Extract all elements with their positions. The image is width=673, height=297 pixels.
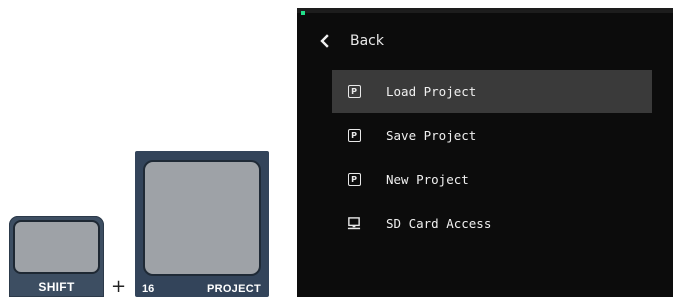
computer-icon: [347, 217, 361, 231]
project-key-pad[interactable]: [143, 160, 261, 276]
screen-top-strip: [297, 8, 673, 13]
back-label: Back: [350, 33, 384, 49]
project-icon: P: [347, 85, 361, 99]
menu-item-label: New Project: [386, 172, 469, 187]
shift-key[interactable]: SHIFT: [9, 216, 104, 297]
menu-item-save-project[interactable]: P Save Project: [332, 114, 652, 157]
menu-item-sd-card-access[interactable]: SD Card Access: [332, 202, 652, 245]
project-icon: P: [347, 173, 361, 187]
project-key-label: PROJECT: [206, 283, 261, 295]
device-screen: Back P Load Project P Save Project P New…: [297, 8, 673, 297]
chevron-left-icon: [320, 34, 329, 48]
shift-key-pad[interactable]: [13, 220, 100, 274]
menu-item-new-project[interactable]: P New Project: [332, 158, 652, 201]
project-icon: P: [347, 129, 361, 143]
shift-key-label: SHIFT: [38, 280, 75, 294]
back-button[interactable]: Back: [317, 32, 384, 50]
menu-item-label: Load Project: [386, 84, 477, 99]
menu-item-label: SD Card Access: [386, 216, 492, 231]
status-led-icon: [301, 11, 305, 15]
menu-item-load-project[interactable]: P Load Project: [332, 70, 652, 113]
menu-item-label: Save Project: [386, 128, 477, 143]
plus-sign: +: [111, 276, 127, 297]
project-key[interactable]: 16 PROJECT: [135, 151, 269, 297]
project-key-number: 16: [142, 283, 155, 295]
